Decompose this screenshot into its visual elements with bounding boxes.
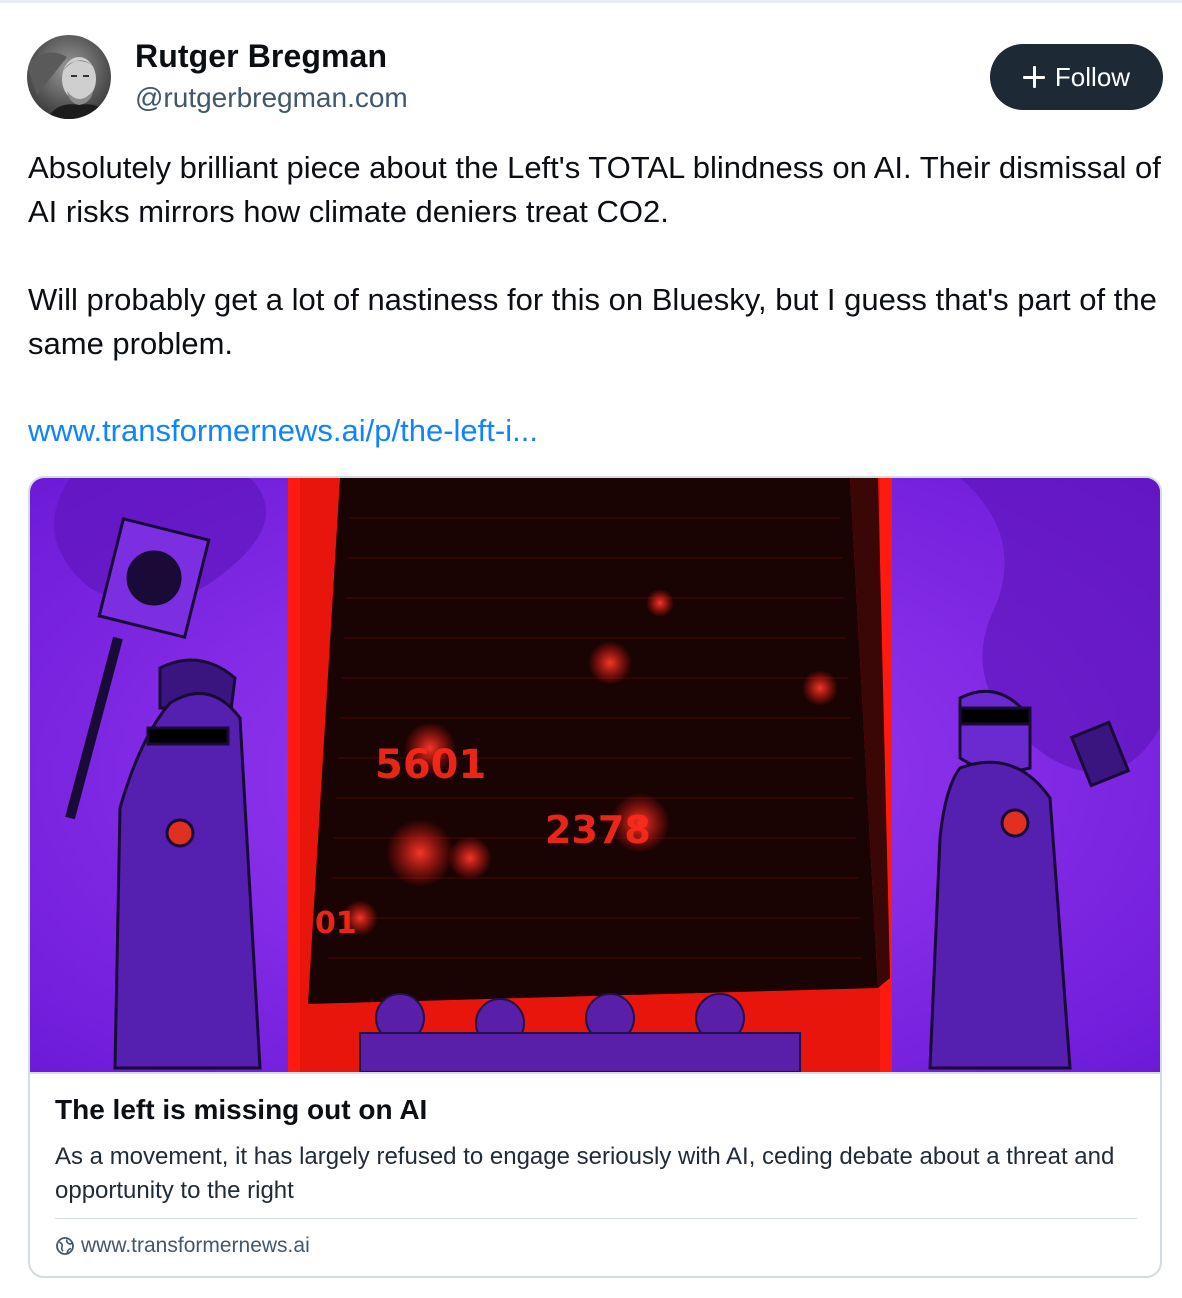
author-display-name[interactable]: Rutger Bregman	[135, 38, 387, 75]
post-link[interactable]: www.transformernews.ai/p/the-left-i...	[28, 409, 538, 453]
post-paragraph: Will probably get a lot of nastiness for…	[28, 282, 1157, 361]
globe-icon	[55, 1236, 75, 1256]
author-avatar[interactable]	[27, 35, 111, 119]
top-divider	[0, 0, 1182, 3]
link-card-domain: www.transformernews.ai	[55, 1234, 310, 1258]
avatar-photo-icon	[27, 35, 111, 119]
link-card-image[interactable]: 5601 2378 01	[30, 478, 1160, 1074]
illustration-number: 2378	[545, 808, 651, 852]
link-card-description: As a movement, it has largely refused to…	[55, 1143, 1115, 1204]
post-paragraph: Absolutely brilliant piece about the Lef…	[28, 150, 1161, 229]
link-card-divider	[55, 1218, 1137, 1219]
follow-button-label: Follow	[1054, 61, 1131, 92]
link-card[interactable]: 5601 2378 01 The left is missing out on …	[28, 476, 1162, 1278]
article-illustration: 5601 2378 01	[30, 478, 1160, 1072]
plus-icon	[1022, 66, 1045, 88]
post-text: Absolutely brilliant piece about the Lef…	[28, 146, 1168, 366]
link-card-title: The left is missing out on AI	[55, 1094, 428, 1125]
author-handle[interactable]: @rutgerbregman.com	[135, 82, 408, 114]
follow-button[interactable]: Follow	[990, 44, 1163, 110]
illustration-number: 5601	[375, 742, 486, 788]
link-card-domain-text: www.transformernews.ai	[81, 1234, 310, 1257]
illustration-number: 01	[315, 906, 357, 941]
